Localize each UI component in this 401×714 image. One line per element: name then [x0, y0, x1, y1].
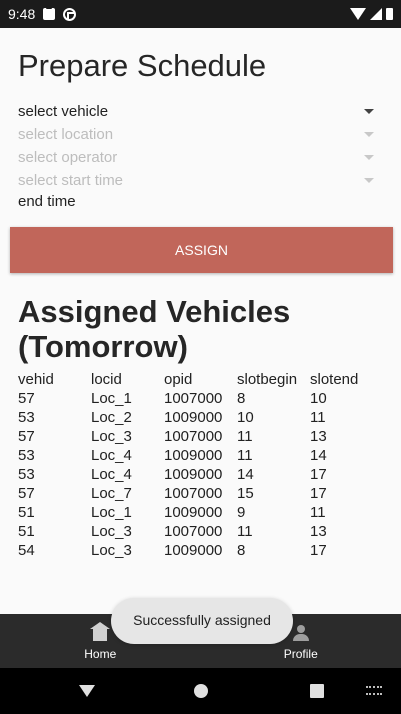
cell-vehid: 53 — [18, 447, 35, 464]
back-icon[interactable] — [79, 685, 95, 697]
sd-card-icon — [43, 6, 56, 20]
cell-opid: 1009000 — [164, 542, 223, 559]
wifi-icon — [350, 8, 366, 20]
table-row: 53 Loc_2 1009000 10 11 — [18, 408, 370, 427]
cell-locid: Loc_3 — [91, 428, 132, 445]
cell-opid: 1009000 — [164, 466, 223, 483]
assigned-vehicles-table: vehid locid opid slotbegin slotend 57 Lo… — [18, 370, 370, 560]
cell-opid: 1009000 — [164, 504, 223, 521]
operator-dropdown-label: select operator — [18, 148, 118, 166]
dropdown-arrow-icon — [364, 154, 374, 160]
dropdown-arrow-icon — [364, 177, 374, 183]
cell-slotend: 13 — [310, 523, 327, 540]
cell-slotbegin: 9 — [237, 504, 246, 521]
cell-slotbegin: 15 — [237, 485, 254, 502]
assign-button[interactable]: ASSIGN — [10, 227, 393, 273]
table-row: 54 Loc_3 1009000 8 17 — [18, 541, 370, 560]
cell-locid: Loc_7 — [91, 485, 132, 502]
cell-opid: 1007000 — [164, 428, 223, 445]
nav-profile-label: Profile — [283, 647, 318, 661]
status-bar: 9:48 — [0, 0, 401, 28]
table-row: 57 Loc_7 1007000 15 17 — [18, 484, 370, 503]
cell-vehid: 51 — [18, 504, 35, 521]
cell-opid: 1007000 — [164, 523, 223, 540]
cell-vehid: 57 — [18, 485, 35, 502]
column-header-vehid: vehid — [18, 371, 54, 388]
recents-icon[interactable] — [310, 684, 324, 698]
signal-icon — [370, 8, 382, 20]
cell-opid: 1009000 — [164, 447, 223, 464]
cell-vehid: 53 — [18, 466, 35, 483]
vehicle-dropdown-label: select vehicle — [18, 102, 109, 120]
cell-opid: 1009000 — [164, 409, 223, 426]
cell-slotend: 11 — [310, 409, 326, 426]
cell-slotend: 17 — [310, 466, 327, 483]
system-navigation-bar — [0, 668, 401, 714]
cell-slotbegin: 8 — [237, 542, 246, 559]
start-time-dropdown[interactable]: select start time — [18, 169, 380, 191]
home-icon — [90, 622, 111, 641]
table-row: 57 Loc_3 1007000 11 13 — [18, 427, 370, 446]
page-title: Prepare Schedule — [18, 48, 267, 83]
status-time: 9:48 — [8, 6, 36, 22]
table-header-row: vehid locid opid slotbegin slotend — [18, 370, 370, 389]
cell-locid: Loc_3 — [91, 523, 132, 540]
battery-icon — [386, 8, 393, 20]
cell-slotbegin: 10 — [237, 409, 254, 426]
cell-vehid: 57 — [18, 428, 35, 445]
column-header-slotend: slotend — [310, 371, 359, 388]
success-toast: Successfully assigned — [111, 598, 293, 644]
cell-slotend: 17 — [310, 485, 327, 502]
cell-vehid: 51 — [18, 523, 35, 540]
cell-vehid: 57 — [18, 390, 35, 407]
cell-locid: Loc_1 — [91, 390, 132, 407]
location-dropdown-label: select location — [18, 125, 114, 143]
cell-locid: Loc_3 — [91, 542, 132, 559]
cell-slotbegin: 11 — [237, 447, 253, 464]
assigned-vehicles-title: Assigned Vehicles (Tomorrow) — [18, 294, 291, 364]
cell-locid: Loc_1 — [91, 504, 132, 521]
cell-slotend: 17 — [310, 542, 327, 559]
dropdown-arrow-icon — [364, 131, 374, 137]
operator-dropdown[interactable]: select operator — [18, 146, 380, 168]
home-circle-icon[interactable] — [194, 684, 208, 698]
cell-opid: 1007000 — [164, 485, 223, 502]
cell-slotbegin: 11 — [237, 428, 253, 445]
table-row: 51 Loc_3 1007000 11 13 — [18, 522, 370, 541]
cell-locid: Loc_2 — [91, 409, 132, 426]
cell-locid: Loc_4 — [91, 447, 132, 464]
column-header-opid: opid — [164, 371, 193, 388]
start-time-dropdown-label: select start time — [18, 171, 124, 189]
vehicle-dropdown[interactable]: select vehicle — [18, 100, 380, 122]
cell-slotbegin: 14 — [237, 466, 254, 483]
column-header-locid: locid — [91, 371, 122, 388]
cell-slotbegin: 11 — [237, 523, 253, 540]
table-row: 57 Loc_1 1007000 8 10 — [18, 389, 370, 408]
cell-slotend: 10 — [310, 390, 327, 407]
cell-slotend: 11 — [310, 504, 326, 521]
keyboard-icon[interactable] — [366, 686, 382, 695]
data-saver-icon — [63, 7, 77, 21]
cell-slotbegin: 8 — [237, 390, 246, 407]
cell-slotend: 13 — [310, 428, 327, 445]
column-header-slotbegin: slotbegin — [237, 371, 298, 388]
nav-home-label: Home — [84, 647, 117, 661]
cell-slotend: 14 — [310, 447, 327, 464]
table-row: 51 Loc_1 1009000 9 11 — [18, 503, 370, 522]
dropdown-arrow-icon — [364, 108, 374, 114]
location-dropdown[interactable]: select location — [18, 123, 380, 145]
table-row: 53 Loc_4 1009000 11 14 — [18, 446, 370, 465]
cell-opid: 1007000 — [164, 390, 223, 407]
cell-vehid: 53 — [18, 409, 35, 426]
cell-locid: Loc_4 — [91, 466, 132, 483]
cell-vehid: 54 — [18, 542, 35, 559]
end-time-field[interactable]: end time — [18, 193, 76, 210]
person-icon — [292, 625, 309, 641]
table-row: 53 Loc_4 1009000 14 17 — [18, 465, 370, 484]
